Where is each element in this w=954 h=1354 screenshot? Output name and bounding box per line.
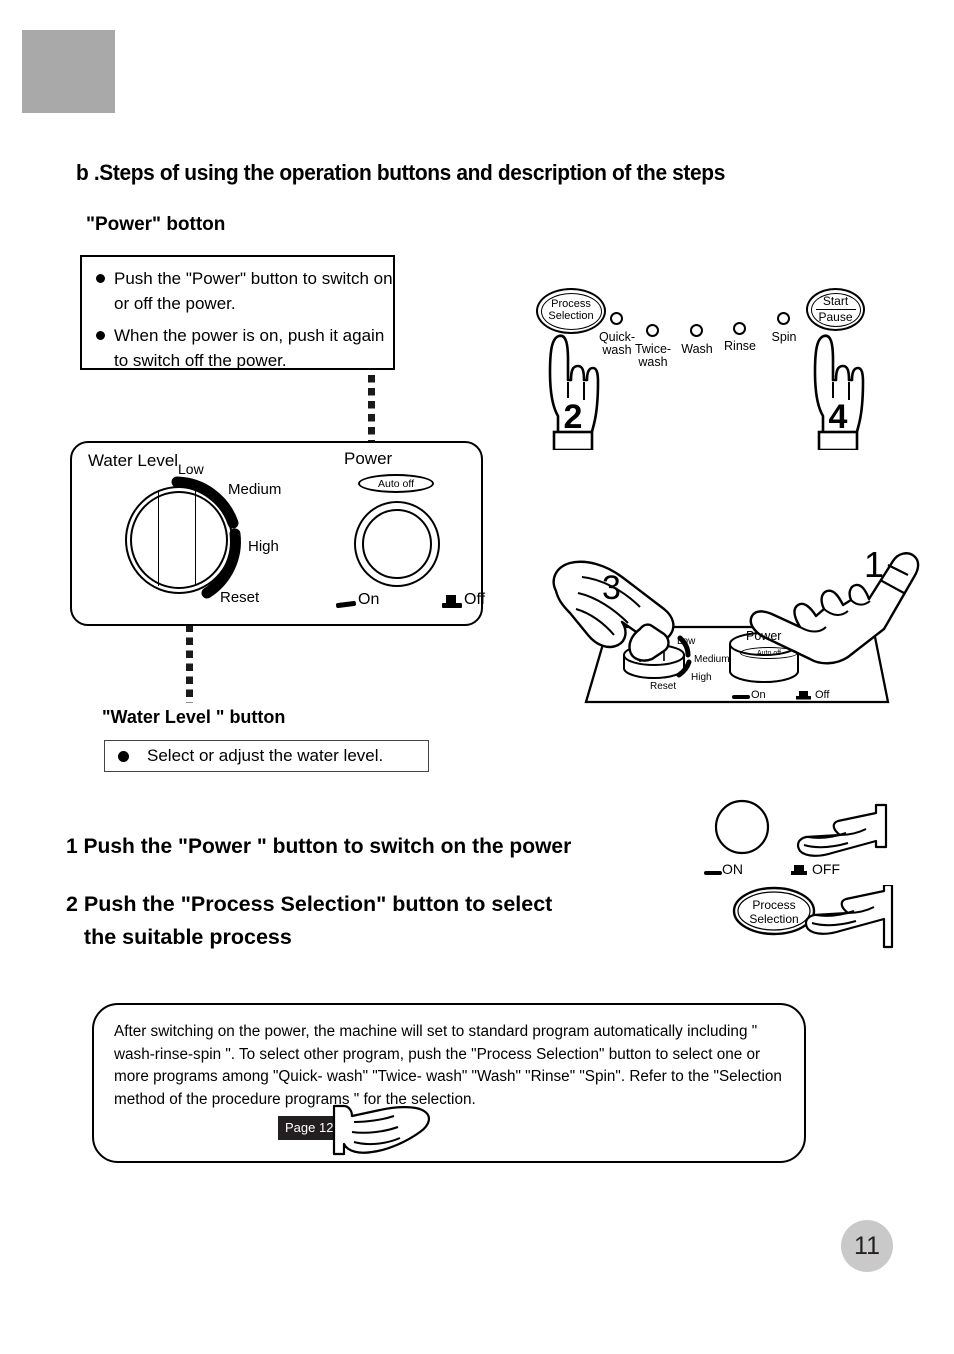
list-item: When the power is on, push it again to s… <box>82 323 393 373</box>
led-rinse <box>733 322 746 335</box>
start-label: Start <box>822 294 849 309</box>
hand-pointing-right-icon <box>332 1104 430 1156</box>
step-2-text: 2 Push the "Process Selection" button to… <box>66 892 553 949</box>
led-spin <box>777 312 790 325</box>
process-selection-illustration: Process Selection Start Pause Quick- was… <box>528 280 928 495</box>
svg-text:3: 3 <box>602 569 621 607</box>
bottom-note-box: After switching on the power, the machin… <box>92 1003 806 1163</box>
scene-mid-dial-label-low: Low <box>677 636 696 647</box>
water-level-button-heading: "Water Level " button <box>102 707 286 727</box>
svg-text:2: 2 <box>564 398 583 436</box>
step-1-text: 1 Push the "Power " button to switch on … <box>66 835 572 858</box>
led-label-spin: Spin <box>771 330 797 344</box>
power-button-heading: "Power" botton <box>86 214 226 235</box>
led-label-rinse: Rinse <box>724 339 756 353</box>
led-wash <box>690 324 703 337</box>
section-heading: b .Steps of using the operation buttons … <box>76 160 725 185</box>
hand-pointing-up-icon-2: 2 <box>548 334 600 450</box>
water-level-note-box: Select or adjust the water level. <box>104 740 429 772</box>
dial-pointer <box>158 491 196 586</box>
mini-process-selection-label: Process Selection <box>749 898 799 926</box>
panel-label-water-level: Water Level <box>88 451 179 470</box>
svg-text:4: 4 <box>829 398 848 436</box>
list-item: Push the "Power" button to switch on or … <box>82 266 393 316</box>
mini-power-illustration: ON OFF <box>700 795 920 885</box>
mini-label-off: OFF <box>812 861 840 877</box>
switch-on-icon <box>335 600 357 609</box>
scene-mid-svg: 1 3 <box>552 544 920 704</box>
mini-process-svg <box>732 883 894 949</box>
auto-off-badge: Auto off <box>358 474 434 493</box>
power-note-text-2: When the power is on, push it again to s… <box>114 326 385 370</box>
water-level-note-text: Select or adjust the water level. <box>147 746 384 765</box>
scene-mid-label-on: On <box>751 689 766 701</box>
led-quick-wash <box>610 312 623 325</box>
svg-text:1: 1 <box>864 544 884 585</box>
switch-off-icon-nub <box>446 595 456 604</box>
water-level-dial[interactable] <box>125 486 233 594</box>
scene-mid-power-label: Power <box>746 629 782 643</box>
bottom-note-text: After switching on the power, the machin… <box>114 1023 782 1108</box>
power-knob-button[interactable] <box>354 501 440 587</box>
led-twice-wash <box>646 324 659 337</box>
scene-mid-auto-off-badge: Auto off <box>740 647 798 659</box>
panel-label-off: Off <box>464 591 486 608</box>
scene-mid-dial-label-medium: Medium <box>694 654 730 665</box>
power-note-list: Push the "Power" button to switch on or … <box>82 266 393 373</box>
knob-inner-ring <box>362 509 432 579</box>
bullet-dot-icon <box>96 331 105 340</box>
dotted-connector-note-to-panel <box>368 370 375 445</box>
mini-label-on: ON <box>722 861 743 877</box>
scene-mid-label-off: Off <box>815 689 830 701</box>
water-level-note-row: Select or adjust the water level. <box>105 741 428 771</box>
dial-label-low: Low <box>178 461 204 477</box>
hands-on-panel-illustration: 1 3 Power Auto off Low Medium High Reset… <box>548 505 928 725</box>
control-panel-illustration: Water Level Power Low Medium High Reset … <box>70 441 486 626</box>
dial-label-high: High <box>248 538 279 555</box>
panel-label-power: Power <box>344 449 393 468</box>
bullet-dot-icon <box>118 750 129 762</box>
hand-pointing-up-icon-4: 4 <box>813 334 865 450</box>
bullet-dot-icon <box>96 274 105 283</box>
page-number-badge: 11 <box>841 1220 893 1272</box>
power-note-text-1: Push the "Power" button to switch on or … <box>114 269 393 313</box>
mini-process-selection-illustration: Process Selection <box>700 883 920 960</box>
header-gray-block <box>22 30 115 113</box>
panel-label-on: On <box>358 591 380 608</box>
power-note-box: Push the "Power" button to switch on or … <box>80 255 395 370</box>
scene-mid-dial-label-reset: Reset <box>650 681 677 692</box>
scene-mid-dial-label-high: High <box>691 672 712 683</box>
